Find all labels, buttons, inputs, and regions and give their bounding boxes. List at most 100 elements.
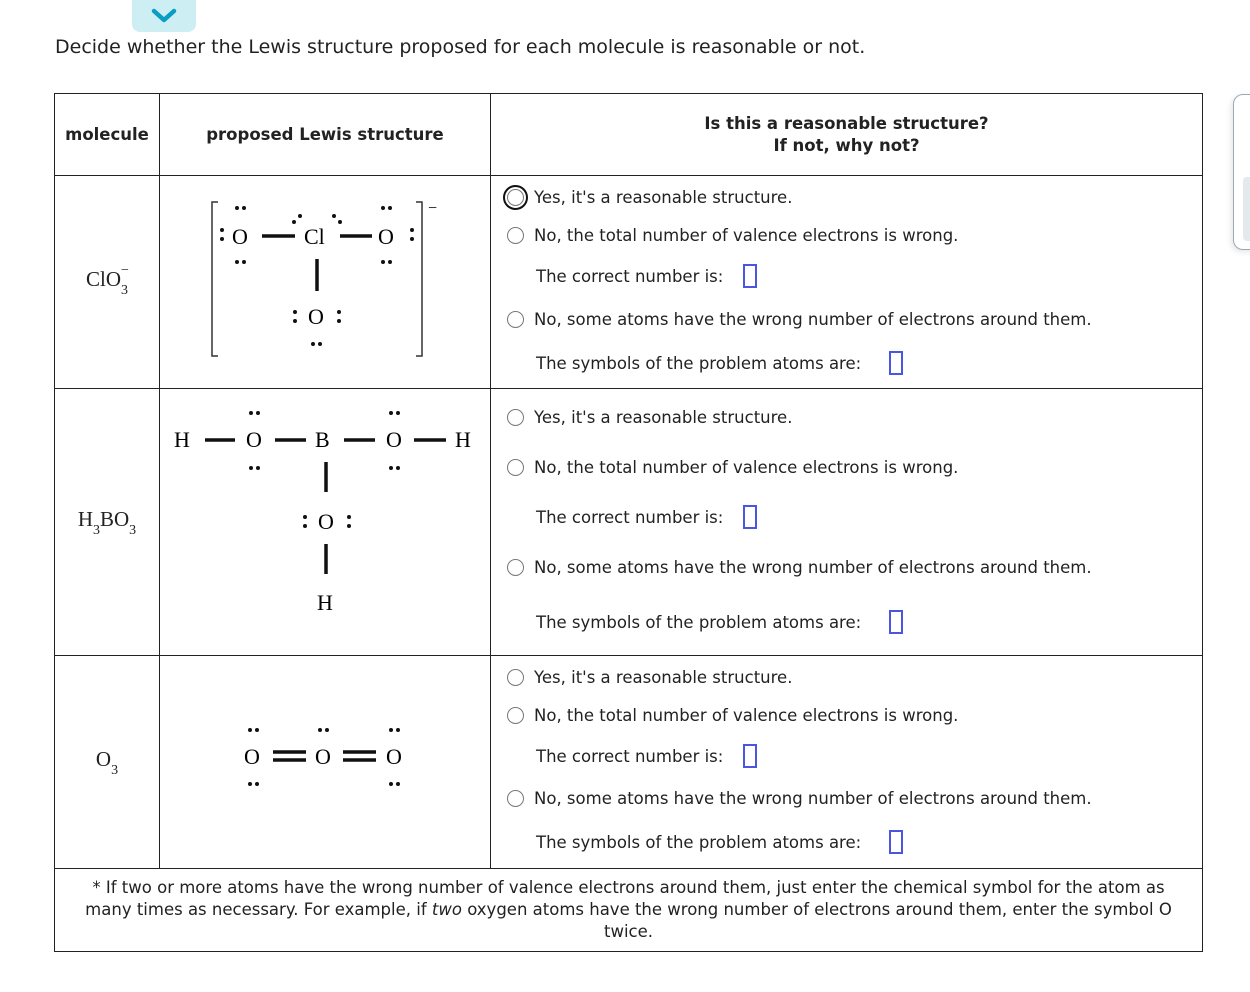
problem-atoms-input[interactable] [889,351,904,375]
atom-h-right: H [455,427,471,452]
answer-cell: Yes, it's a reasonable structure. No, th… [490,388,1203,656]
problem-atoms-row: The symbols of the problem atoms are: [507,341,1202,385]
formula-text: BO [99,507,130,532]
option-label: No, some atoms have the wrong number of … [534,309,1092,329]
option-label: No, the total number of valence electron… [534,457,959,477]
atom-o-left: O [246,427,262,452]
atom-o-center: O [315,744,331,769]
correct-number-row: The correct number is: [507,255,1202,297]
formula-subscript: 3 [92,522,100,538]
radio-button[interactable] [507,668,524,686]
correct-number-row: The correct number is: [507,493,1202,541]
option-no-atoms[interactable]: No, some atoms have the wrong number of … [507,778,1202,818]
header-question-line2: If not, why not? [773,135,920,155]
option-label: Yes, it's a reasonable structure. [534,407,793,427]
correct-number-row: The correct number is: [507,734,1202,778]
atom-h-bottom: H [317,590,333,615]
lewis-structure-table: molecule proposed Lewis structure Is thi… [54,93,1203,952]
problem-atoms-label: The symbols of the problem atoms are: [536,353,862,373]
radio-button[interactable] [507,558,524,576]
option-label: Yes, it's a reasonable structure. [534,667,793,687]
atom-o-right: O [386,427,402,452]
answer-cell: Yes, it's a reasonable structure. No, th… [490,655,1203,869]
collapse-button[interactable] [132,0,196,32]
problem-atoms-row: The symbols of the problem atoms are: [507,593,1202,651]
chevron-down-icon [151,8,177,23]
molecule-formula: O3 [54,655,160,869]
lewis-diagram: − O Cl O O [211,200,437,357]
correct-number-label: The correct number is: [536,746,724,766]
option-yes[interactable]: Yes, it's a reasonable structure. [507,393,1202,441]
bonds [205,438,446,574]
option-no-valence[interactable]: No, the total number of valence electron… [507,441,1202,493]
header-molecule: molecule [54,93,160,176]
header-question-line1: Is this a reasonable structure? [704,113,989,133]
radio-button[interactable] [507,226,524,244]
lewis-structure-clo3: − O Cl O O [159,175,491,389]
correct-number-input[interactable] [743,744,758,768]
table-row: ClO −3 − O Cl O O Yes, it's a reasonable… [54,175,1203,389]
atom-o-left: O [232,224,248,249]
lewis-diagram: H O B O H O H [174,411,471,615]
formula-text: H [77,507,93,532]
correct-number-label: The correct number is: [536,266,724,286]
radio-button[interactable] [507,789,524,807]
atom-b: B [315,427,330,452]
problem-atoms-row: The symbols of the problem atoms are: [507,818,1202,866]
correct-number-label: The correct number is: [536,507,724,527]
charge-label: − [428,200,437,217]
radio-button[interactable] [507,408,524,426]
option-label: No, some atoms have the wrong number of … [534,788,1092,808]
option-no-atoms[interactable]: No, some atoms have the wrong number of … [507,297,1202,341]
atom-o-right: O [378,224,394,249]
footnote-emphasis: two [431,900,462,919]
answer-cell: Yes, it's a reasonable structure. No, th… [490,175,1203,389]
formula-charge: − [121,262,129,278]
header-question: Is this a reasonable structure? If not, … [490,93,1203,176]
lewis-structure-o3: O O O [159,655,491,869]
problem-atoms-label: The symbols of the problem atoms are: [536,612,862,632]
formula-text: ClO [85,267,121,292]
lewis-structure-h3bo3: H O B O H O H [159,388,491,656]
radio-button[interactable] [503,184,528,210]
table-row: H3BO3 H O B O H O H Yes, it's a reasonab… [54,388,1203,656]
atom-cl: Cl [304,224,325,249]
table-row: O3 O O O Yes, it's a reasonable structur… [54,655,1203,869]
atom-o-left: O [244,744,260,769]
option-yes[interactable]: Yes, it's a reasonable structure. [503,179,1202,215]
option-label: No, some atoms have the wrong number of … [534,557,1092,577]
option-no-valence[interactable]: No, the total number of valence electron… [507,215,1202,255]
molecule-formula: H3BO3 [54,388,160,656]
problem-atoms-label: The symbols of the problem atoms are: [536,832,862,852]
question-prompt: Decide whether the Lewis structure propo… [55,36,866,58]
side-panel-tab[interactable] [1243,177,1250,241]
formula-text: O [95,747,112,772]
option-no-valence[interactable]: No, the total number of valence electron… [507,696,1202,734]
footnote: * If two or more atoms have the wrong nu… [54,868,1203,952]
molecule-formula: ClO − 3 [54,175,160,389]
side-panel-handle[interactable] [1233,94,1250,250]
header-structure: proposed Lewis structure [159,93,491,176]
atom-o-bottom: O [308,304,324,329]
correct-number-input[interactable] [743,264,758,288]
formula-subscript: 3 [129,522,137,538]
atom-o-right: O [386,744,402,769]
option-label: No, the total number of valence electron… [534,705,959,725]
formula-subscript: 3 [121,282,128,298]
radio-button[interactable] [507,706,524,724]
atom-h-left: H [174,427,190,452]
atom-o-bottom: O [318,509,334,534]
lewis-diagram: O O O [244,728,402,786]
formula-subscript: 3 [111,762,119,778]
problem-atoms-input[interactable] [889,830,904,854]
option-label: No, the total number of valence electron… [534,225,959,245]
radio-button[interactable] [507,310,524,328]
option-label: Yes, it's a reasonable structure. [534,187,793,207]
option-yes[interactable]: Yes, it's a reasonable structure. [507,658,1202,696]
header-row: molecule proposed Lewis structure Is thi… [54,93,1203,176]
radio-button[interactable] [507,458,524,476]
correct-number-input[interactable] [743,505,758,529]
option-no-atoms[interactable]: No, some atoms have the wrong number of … [507,541,1202,593]
footnote-row: * If two or more atoms have the wrong nu… [54,868,1203,952]
problem-atoms-input[interactable] [889,610,904,634]
